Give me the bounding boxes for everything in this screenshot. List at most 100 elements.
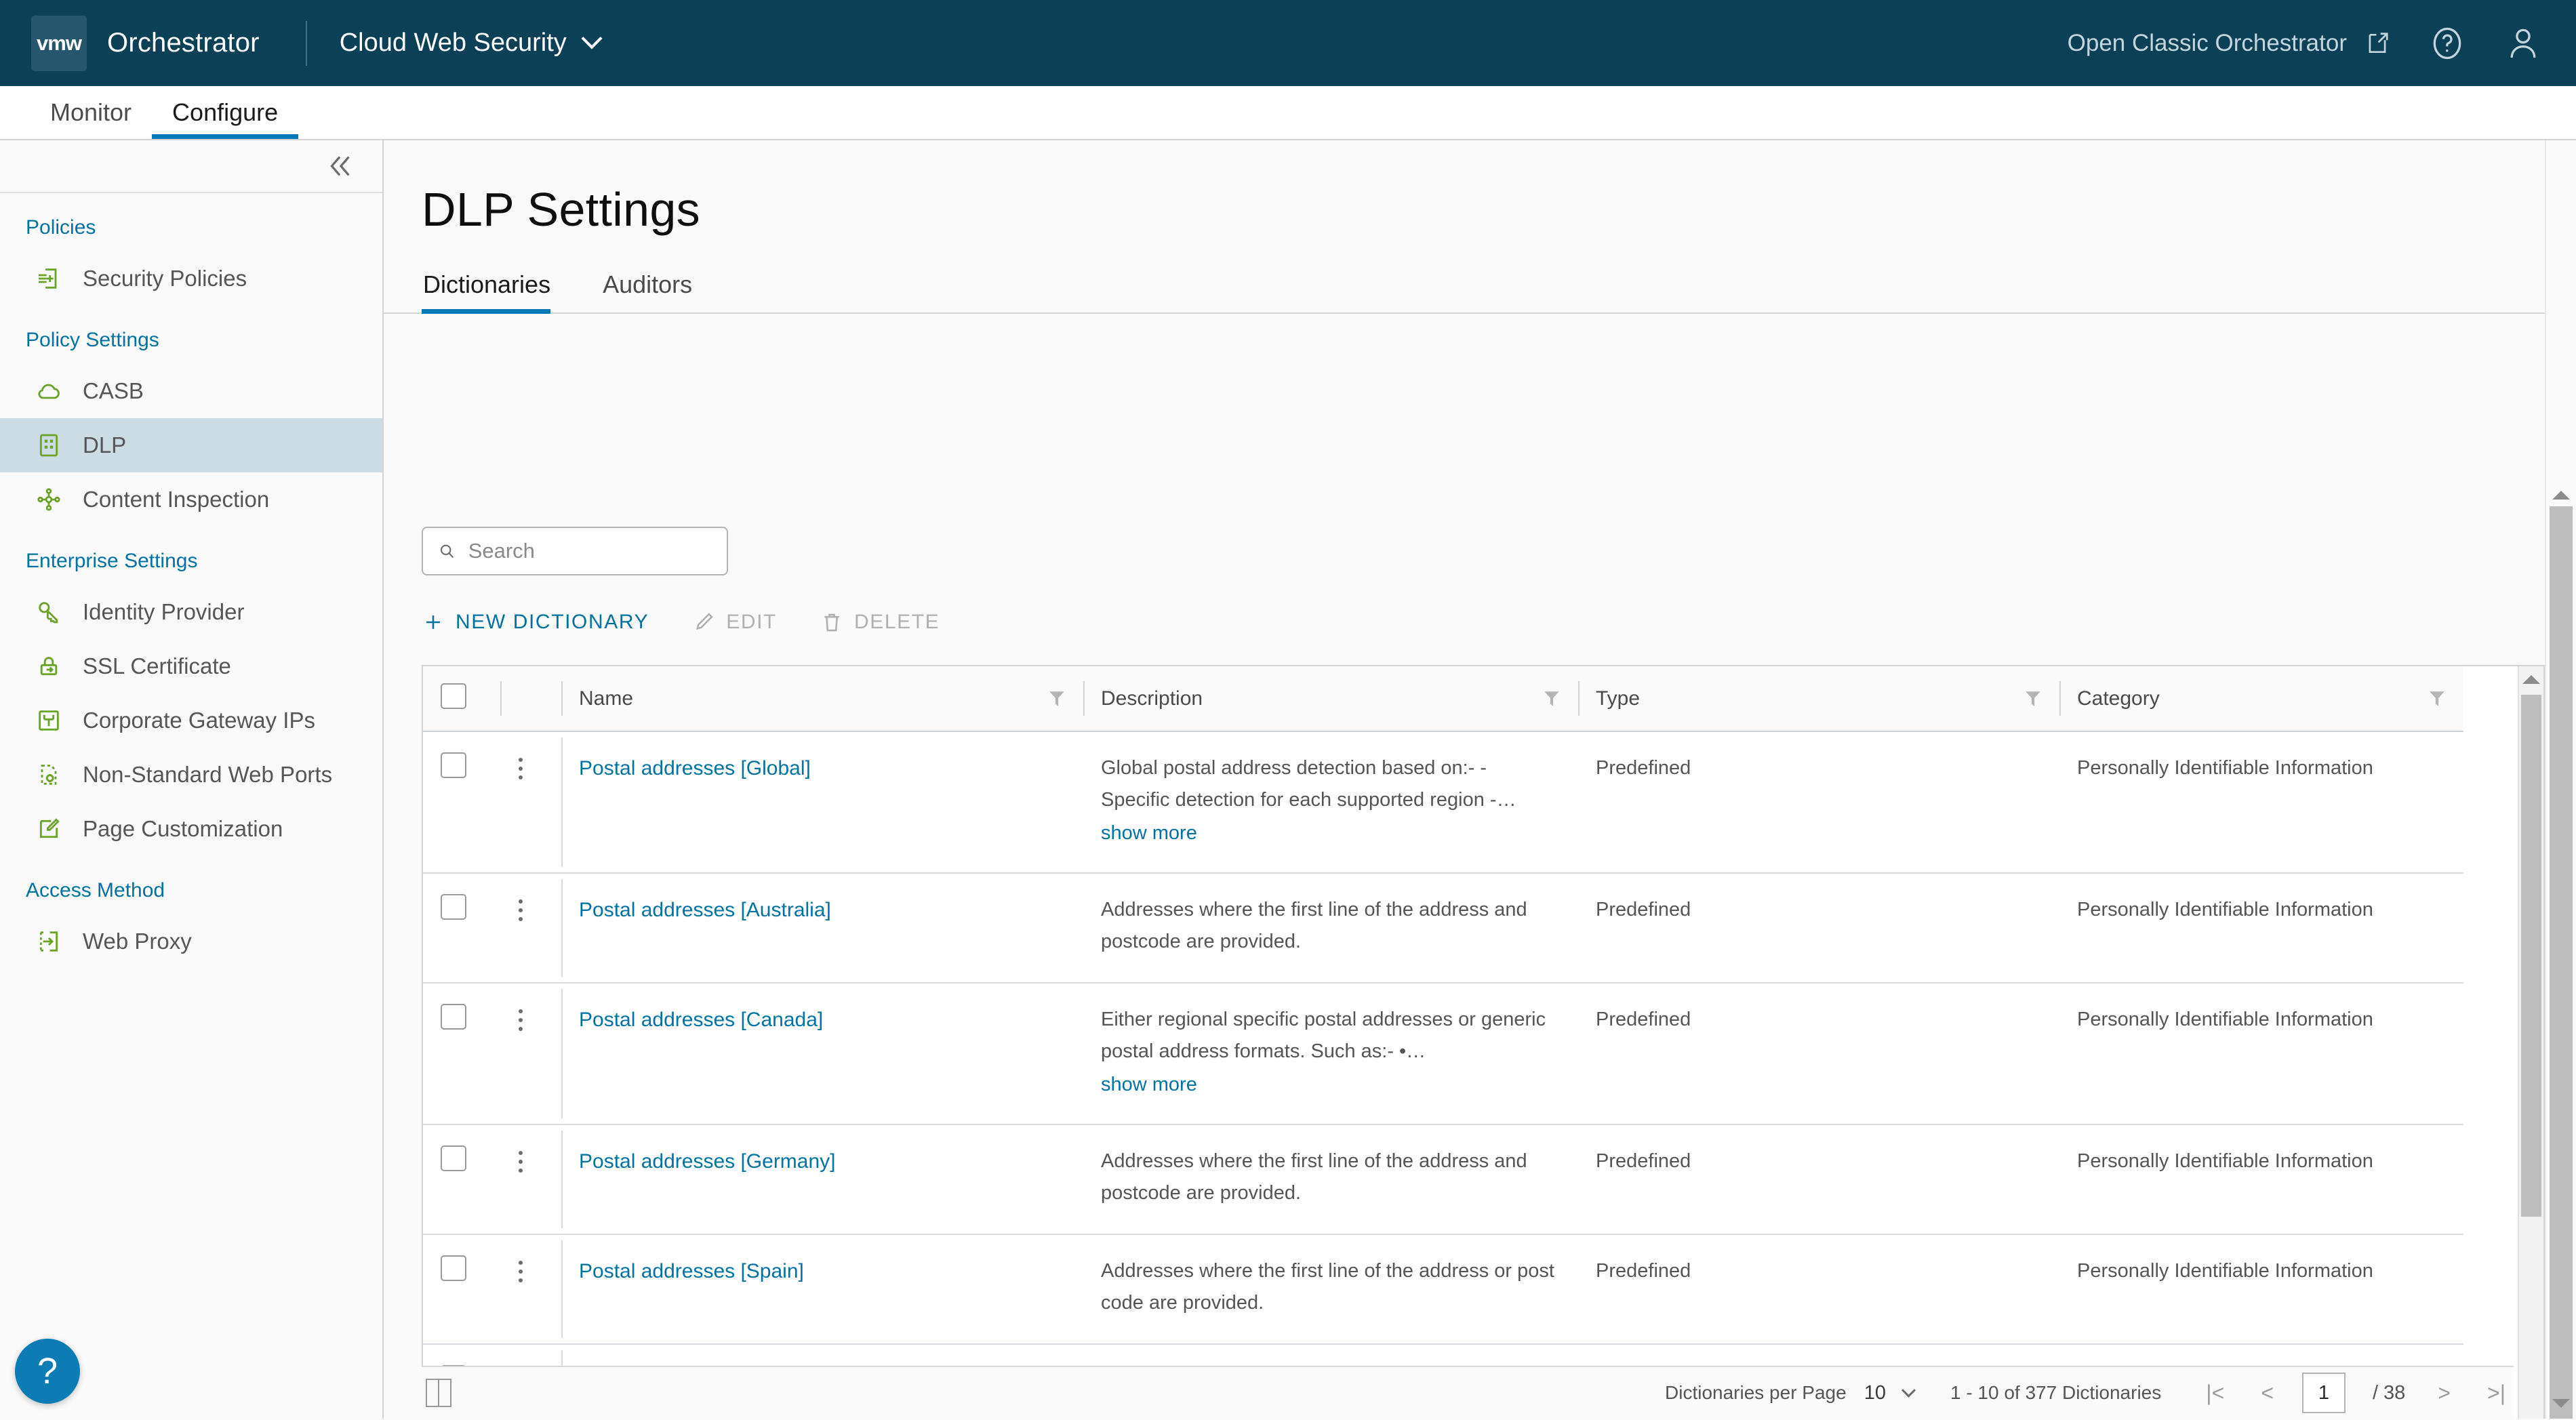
filter-icon[interactable] bbox=[1543, 689, 1561, 708]
sidebar-item-label: CASB bbox=[83, 378, 144, 403]
table-row[interactable]: Postal addresses [Global] Global postal … bbox=[423, 731, 2463, 874]
double-chevron-left-icon[interactable] bbox=[324, 150, 355, 182]
sidebar-item-label: SSL Certificate bbox=[83, 653, 231, 678]
row-checkbox[interactable] bbox=[441, 1145, 466, 1171]
dictionary-name-link[interactable]: Postal addresses [Global] bbox=[579, 757, 811, 779]
tenant-selector[interactable]: Cloud Web Security bbox=[340, 27, 603, 58]
dictionary-name-link[interactable]: Postal addresses [Germany] bbox=[579, 1150, 836, 1173]
row-checkbox[interactable] bbox=[441, 1003, 466, 1030]
row-kebab-menu-icon[interactable] bbox=[518, 752, 523, 779]
show-more-link[interactable]: show more bbox=[1101, 817, 1561, 849]
first-page-icon[interactable]: |< bbox=[2198, 1381, 2232, 1406]
row-checkbox[interactable] bbox=[441, 1255, 466, 1281]
sidebar-item-security-policies[interactable]: Security Policies bbox=[0, 251, 382, 306]
page-scroll-thumb[interactable] bbox=[2550, 506, 2573, 1419]
column-header-name[interactable]: Name bbox=[561, 666, 1083, 732]
brand-area: vmw Orchestrator bbox=[0, 15, 260, 71]
show-more-link[interactable]: show more bbox=[1101, 1069, 1561, 1101]
last-page-icon[interactable]: >| bbox=[2479, 1381, 2514, 1406]
table-row[interactable]: Postal addresses [Canada] Either regiona… bbox=[423, 982, 2463, 1125]
prev-page-icon[interactable]: < bbox=[2253, 1381, 2282, 1406]
page-vertical-scrollbar[interactable] bbox=[2545, 140, 2576, 1419]
sidebar-item-corporate-gateway-ips[interactable]: Corporate Gateway IPs bbox=[0, 693, 382, 748]
scroll-up-arrow-icon[interactable] bbox=[2519, 666, 2543, 692]
sidebar-item-page-customization[interactable]: Page Customization bbox=[0, 802, 382, 856]
open-classic-orchestrator-link[interactable]: Open Classic Orchestrator bbox=[2068, 30, 2390, 57]
row-select-cell bbox=[423, 982, 500, 1125]
per-page-selector[interactable]: Dictionaries per Page 10 bbox=[1665, 1381, 1916, 1404]
classic-link-label: Open Classic Orchestrator bbox=[2067, 29, 2347, 56]
dictionary-name-link[interactable]: Postal addresses [Canada] bbox=[579, 1009, 823, 1031]
dictionary-name-link[interactable]: Postal addresses [Spain] bbox=[579, 1260, 804, 1282]
sidebar-item-ssl-certificate[interactable]: SSL Certificate bbox=[0, 639, 382, 693]
column-header-type[interactable]: Type bbox=[1578, 666, 2059, 732]
page-scroll-down-arrow-icon[interactable] bbox=[2546, 1387, 2576, 1419]
row-kebab-menu-icon[interactable] bbox=[518, 1255, 523, 1282]
row-kebab-menu-icon[interactable] bbox=[518, 894, 523, 921]
help-circle-icon[interactable] bbox=[2428, 24, 2466, 62]
row-kebab-menu-icon[interactable] bbox=[518, 1004, 523, 1031]
sidebar-item-non-standard-web-ports[interactable]: Non-Standard Web Ports bbox=[0, 748, 382, 802]
row-kebab-menu-icon[interactable] bbox=[518, 1145, 523, 1173]
next-page-icon[interactable]: > bbox=[2430, 1381, 2459, 1406]
sidebar-item-dlp[interactable]: DLP bbox=[0, 418, 382, 472]
sidebar-item-label: DLP bbox=[83, 432, 127, 458]
sidebar-group-enterprise-settings: Enterprise Settings bbox=[26, 550, 198, 572]
main-content: DLP Settings Dictionaries Auditors Searc… bbox=[384, 140, 2576, 1419]
table-vertical-scroll-thumb[interactable] bbox=[2521, 695, 2541, 1217]
nav-tab-monitor[interactable]: Monitor bbox=[30, 86, 152, 139]
row-menu-cell bbox=[500, 1124, 561, 1235]
record-range-text: 1 - 10 of 377 Dictionaries bbox=[1950, 1382, 2162, 1403]
page-body: Policies Security Policies Policy Settin… bbox=[0, 140, 2576, 1419]
table-vertical-scrollbar[interactable] bbox=[2518, 666, 2543, 1419]
table-row[interactable]: Postal addresses [Australia] Addresses w… bbox=[423, 872, 2463, 983]
column-header-name-label: Name bbox=[579, 687, 634, 710]
table-header: Name Description Type Category bbox=[423, 666, 2463, 732]
search-box[interactable] bbox=[422, 527, 728, 575]
lock-certificate-icon bbox=[40, 657, 58, 676]
description-text: Addresses where the first line of the ad… bbox=[1101, 1259, 1554, 1314]
table-row[interactable]: Postal addresses [Spain] Addresses where… bbox=[423, 1234, 2463, 1345]
page-number-input[interactable] bbox=[2301, 1373, 2346, 1413]
table-header-row: Name Description Type Category bbox=[423, 666, 2463, 732]
row-checkbox[interactable] bbox=[441, 893, 466, 920]
row-select-cell bbox=[423, 731, 500, 874]
sidebar-item-identity-provider[interactable]: Identity Provider bbox=[0, 585, 382, 639]
tab-auditors[interactable]: Auditors bbox=[601, 270, 709, 312]
filter-icon[interactable] bbox=[2428, 689, 2446, 708]
sidebar-item-web-proxy[interactable]: Web Proxy bbox=[0, 914, 382, 969]
new-dictionary-label: New Dictionary bbox=[456, 611, 649, 633]
search-area bbox=[384, 487, 2545, 575]
search-input[interactable] bbox=[468, 539, 712, 563]
row-select-cell bbox=[423, 1124, 500, 1235]
filter-icon[interactable] bbox=[1048, 689, 1066, 708]
column-header-category[interactable]: Category bbox=[2059, 666, 2463, 732]
row-description-cell: Addresses where the first line of the ad… bbox=[1083, 1124, 1578, 1235]
nav-tab-configure[interactable]: Configure bbox=[152, 86, 299, 139]
table-body: Postal addresses [Global] Global postal … bbox=[423, 731, 2463, 1419]
new-dictionary-button[interactable]: New Dictionary bbox=[422, 611, 649, 634]
column-header-description[interactable]: Description bbox=[1083, 666, 1578, 732]
sidebar-item-casb[interactable]: CASB bbox=[0, 364, 382, 418]
dictionary-name-link[interactable]: Postal addresses [Australia] bbox=[579, 899, 831, 921]
row-type-cell: Predefined bbox=[1578, 1234, 2059, 1345]
row-menu-header bbox=[500, 666, 561, 732]
column-header-type-label: Type bbox=[1596, 687, 1641, 710]
row-category-cell: Personally Identifiable Information bbox=[2059, 1124, 2463, 1235]
table-row[interactable]: Postal addresses [Germany] Addresses whe… bbox=[423, 1124, 2463, 1235]
per-page-value: 10 bbox=[1864, 1381, 1886, 1404]
help-floating-button[interactable]: ? bbox=[15, 1339, 80, 1404]
user-avatar-icon[interactable] bbox=[2504, 24, 2542, 62]
tab-dictionaries[interactable]: Dictionaries bbox=[422, 270, 567, 314]
filter-icon[interactable] bbox=[2024, 689, 2042, 708]
edit-label: Edit bbox=[726, 611, 777, 633]
row-description-cell: Global postal address detection based on… bbox=[1083, 731, 1578, 874]
gateway-icon bbox=[39, 710, 59, 731]
key-icon bbox=[39, 602, 58, 624]
row-menu-cell bbox=[500, 731, 561, 874]
sidebar-item-content-inspection[interactable]: Content Inspection bbox=[0, 472, 382, 527]
column-picker-icon[interactable] bbox=[426, 1379, 451, 1407]
row-checkbox[interactable] bbox=[441, 752, 466, 778]
row-select-cell bbox=[423, 1234, 500, 1345]
select-all-checkbox[interactable] bbox=[441, 683, 466, 709]
